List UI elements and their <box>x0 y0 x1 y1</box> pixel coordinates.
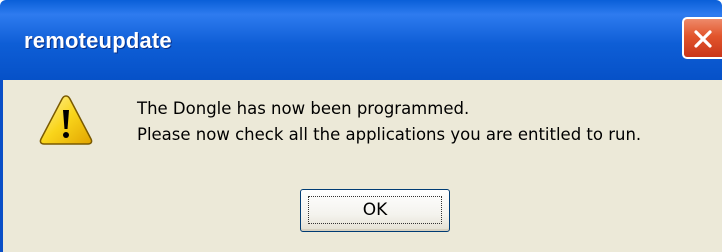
warning-icon <box>39 95 93 145</box>
dialog-message: The Dongle has now been programmed. Plea… <box>137 96 641 148</box>
title-bar[interactable]: remoteupdate <box>0 0 722 80</box>
ok-button[interactable]: OK <box>300 189 450 232</box>
close-button[interactable] <box>682 17 722 59</box>
ok-button-label: OK <box>308 196 442 224</box>
message-line-1: The Dongle has now been programmed. <box>137 99 470 118</box>
message-line-2: Please now check all the applications yo… <box>137 125 642 144</box>
close-icon <box>694 30 712 48</box>
dialog-window: remoteupdate The Dongle has now been pro… <box>0 0 722 252</box>
dialog-body: The Dongle has now been programmed. Plea… <box>0 80 722 252</box>
window-title: remoteupdate <box>24 28 172 53</box>
